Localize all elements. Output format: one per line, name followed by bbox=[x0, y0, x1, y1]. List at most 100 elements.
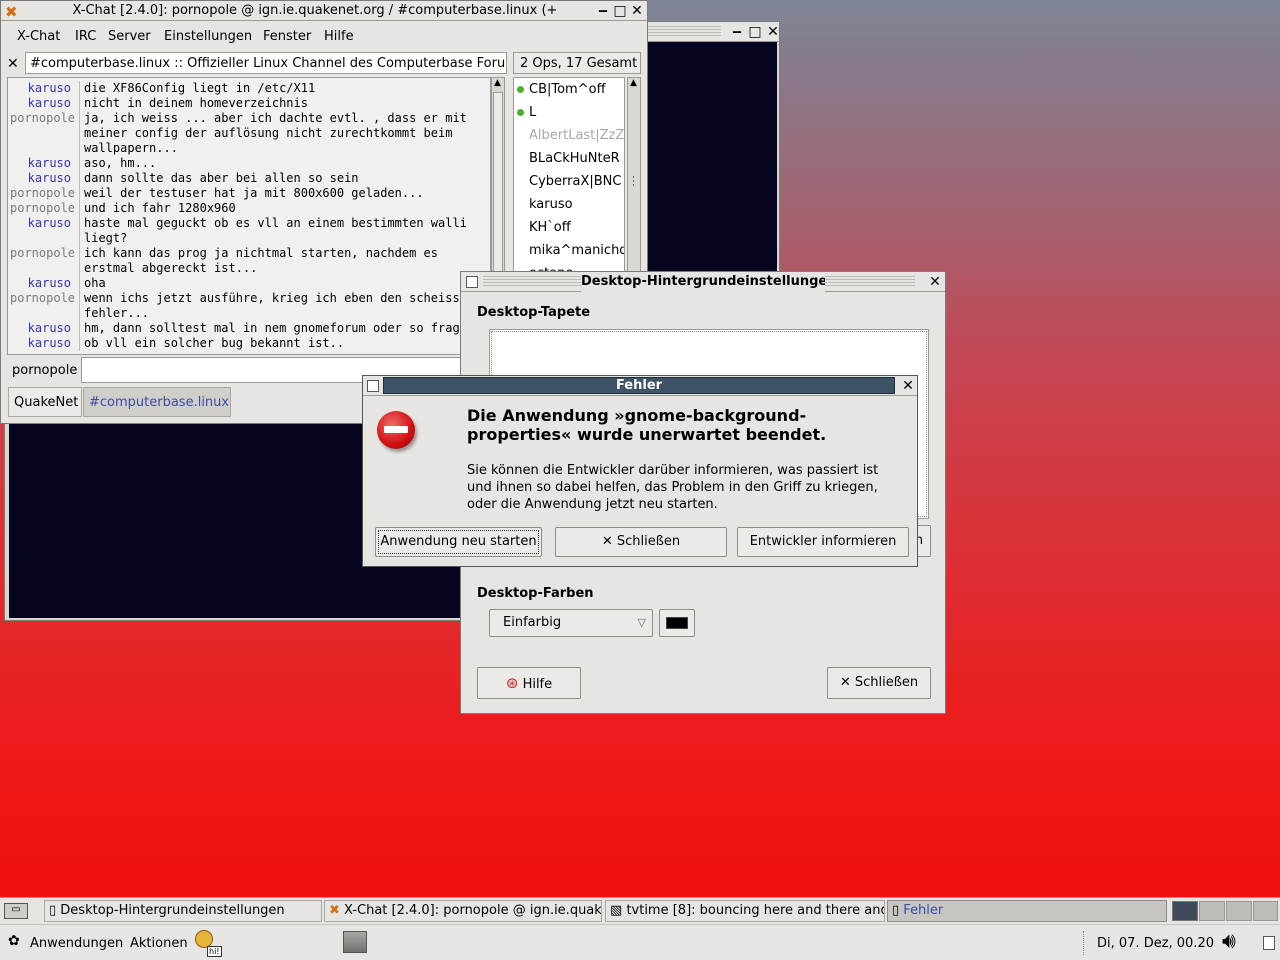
chat-nick[interactable]: pornopole bbox=[10, 246, 80, 276]
chat-nick[interactable]: karuso bbox=[10, 81, 80, 96]
chat-nick[interactable]: pornopole bbox=[10, 201, 80, 216]
panel-handle-icon[interactable] bbox=[1263, 936, 1275, 950]
report-button[interactable]: Entwickler informieren bbox=[737, 527, 909, 557]
error-body: Sie können die Entwickler darüber inform… bbox=[467, 463, 879, 512]
workspace-3[interactable] bbox=[1226, 901, 1252, 921]
colors-heading: Desktop-Farben bbox=[477, 586, 594, 601]
menu-fenster[interactable]: Fenster bbox=[263, 29, 311, 44]
bg-close-button[interactable]: ✕ Schließen bbox=[827, 667, 931, 699]
chat-nick[interactable]: karuso bbox=[10, 336, 80, 351]
panel-separator bbox=[1083, 931, 1085, 955]
chat-nick[interactable]: pornopole bbox=[10, 186, 80, 201]
window-menu-icon[interactable] bbox=[466, 276, 478, 288]
close-icon[interactable]: ✕ bbox=[900, 378, 916, 394]
gnome-foot-icon[interactable]: ✿ bbox=[8, 933, 20, 949]
menu-irc[interactable]: IRC bbox=[75, 29, 96, 44]
chat-text: haste mal geguckt ob es vll an einem bes… bbox=[84, 216, 467, 245]
user-name: L bbox=[529, 105, 537, 120]
tvtime-icon: ▧ bbox=[610, 903, 623, 918]
chat-nick[interactable]: karuso bbox=[10, 156, 80, 171]
user-list-item[interactable]: CB|Tom^off bbox=[514, 78, 624, 101]
chat-text: weil der testuser hat ja mit 800x600 gel… bbox=[84, 186, 424, 200]
restart-button[interactable]: Anwendung neu starten bbox=[375, 527, 542, 557]
chat-nick[interactable]: pornopole bbox=[10, 291, 80, 321]
close-icon[interactable]: ✕ bbox=[927, 274, 943, 290]
user-name: KH`off bbox=[529, 220, 571, 235]
workspace-2[interactable] bbox=[1199, 901, 1225, 921]
window-doc-icon: ▯ bbox=[49, 903, 57, 918]
xchat-app-icon: ✖ bbox=[329, 903, 340, 918]
error-title: Fehler bbox=[615, 378, 663, 393]
close-channel-icon[interactable]: ✕ bbox=[7, 56, 19, 72]
actions-menu[interactable]: Aktionen bbox=[130, 936, 188, 951]
tab-computerbase-linux[interactable]: #computerbase.linux bbox=[83, 387, 231, 417]
scroll-up-icon[interactable]: ▲ bbox=[630, 78, 637, 88]
bg-titlebar: Desktop-Hintergrundeinstellungen ✕ bbox=[461, 272, 945, 292]
chat-message: karuso dann sollte das aber bei allen so … bbox=[10, 171, 480, 186]
chat-text: nicht in deinem homeverzeichnis bbox=[84, 96, 308, 110]
user-list-item[interactable]: mika^manichd bbox=[514, 239, 624, 262]
tab-quakenet-label: QuakeNet bbox=[14, 395, 79, 410]
minimize-icon[interactable]: ‒ bbox=[595, 3, 611, 19]
dropdown-arrow-icon: ▽ bbox=[637, 616, 646, 629]
chat-nick[interactable]: pornopole bbox=[10, 111, 80, 156]
chat-nick[interactable]: karuso bbox=[10, 276, 80, 291]
user-list-item[interactable]: AlbertLast|ZzZ bbox=[514, 124, 624, 147]
menu-einstellungen[interactable]: Einstellungen bbox=[164, 29, 252, 44]
scroll-up-icon[interactable]: ▲ bbox=[494, 78, 501, 88]
color-picker-button[interactable] bbox=[659, 609, 695, 637]
taskbar-item-tvtime[interactable]: ▧ tvtime [8]: bouncing here and there an… bbox=[605, 900, 885, 922]
chat-message: pornopole ich kann das prog ja nichtmal s… bbox=[10, 246, 480, 276]
tab-computerbase-label: #computerbase.linux bbox=[89, 395, 230, 410]
volume-icon[interactable]: 🔊︎ bbox=[1222, 929, 1236, 954]
chat-text: und ich fahr 1280x960 bbox=[84, 201, 236, 215]
user-list-item[interactable]: KH`off bbox=[514, 216, 624, 239]
chat-nick[interactable]: karuso bbox=[10, 321, 80, 336]
menu-server[interactable]: Server bbox=[108, 29, 151, 44]
chat-message: pornopole ja, ich weiss ... aber ich dach… bbox=[10, 111, 480, 156]
topic-field[interactable]: #computerbase.linux :: Offizieller Linux… bbox=[25, 52, 507, 74]
user-list-item[interactable]: CyberraX|BNC bbox=[514, 170, 624, 193]
workspace-switcher[interactable] bbox=[1172, 901, 1278, 921]
chat-message: karuso hm, dann solltest mal in nem gnome… bbox=[10, 321, 480, 336]
close-icon[interactable]: ✕ bbox=[629, 3, 645, 19]
show-desktop-icon[interactable]: ▭ bbox=[4, 903, 28, 919]
close-icon[interactable]: ✕ bbox=[765, 24, 781, 40]
restart-button-label: Anwendung neu starten bbox=[380, 534, 537, 549]
user-list-item[interactable]: karuso bbox=[514, 193, 624, 216]
applications-menu[interactable]: Anwendungen bbox=[30, 936, 123, 951]
window-menu-icon[interactable] bbox=[367, 380, 379, 392]
userlist-scrollbar[interactable]: ▲ · · · bbox=[627, 77, 641, 277]
user-list-item[interactable]: L bbox=[514, 101, 624, 124]
workspace-4[interactable] bbox=[1253, 901, 1278, 921]
menu-xchat[interactable]: X-Chat bbox=[17, 29, 60, 44]
chat-lines: karuso die XF86Config liegt in /etc/X11 ka… bbox=[10, 81, 480, 351]
error-close-button[interactable]: ✕ Schließen bbox=[555, 527, 727, 557]
taskbar-item-fehler[interactable]: ▯ Fehler bbox=[887, 900, 1167, 922]
taskbar-item-bg-settings[interactable]: ▯ Desktop-Hintergrundeinstellungen bbox=[44, 900, 322, 922]
bg-title: Desktop-Hintergrundeinstellungen bbox=[581, 272, 825, 292]
error-titlebar: Fehler ✕ bbox=[363, 376, 917, 396]
taskbar-item-xchat[interactable]: ✖ X-Chat [2.4.0]: pornopole @ ign.ie.qua… bbox=[324, 900, 602, 922]
chat-message: karuso ob vll ein solcher bug bekannt ist… bbox=[10, 336, 480, 351]
help-button[interactable]: ⊛ Hilfe bbox=[477, 667, 581, 699]
minimize-icon[interactable]: ‒ bbox=[729, 24, 745, 40]
taskbar-item-label: tvtime [8]: bouncing here and there and bbox=[626, 903, 885, 918]
user-list-item[interactable]: BLaCkHuNteR bbox=[514, 147, 624, 170]
chat-nick[interactable]: karuso bbox=[10, 216, 80, 246]
menu-hilfe[interactable]: Hilfe bbox=[324, 29, 354, 44]
chat-nick[interactable]: karuso bbox=[10, 96, 80, 111]
screenshot-launcher-icon[interactable] bbox=[343, 931, 367, 953]
nick-label[interactable]: pornopole bbox=[12, 363, 77, 378]
workspace-1[interactable] bbox=[1172, 901, 1198, 921]
color-mode-select[interactable]: Einfarbig ▽ bbox=[489, 609, 653, 637]
chat-message: karuso die XF86Config liegt in /etc/X11 bbox=[10, 81, 480, 96]
chat-nick[interactable]: karuso bbox=[10, 171, 80, 186]
help-lifebuoy-icon: ⊛ bbox=[505, 674, 519, 692]
maximize-icon[interactable]: □ bbox=[747, 24, 763, 40]
tab-quakenet[interactable]: QuakeNet bbox=[8, 387, 82, 417]
help-button-label: Hilfe bbox=[522, 677, 553, 692]
maximize-icon[interactable]: □ bbox=[612, 3, 628, 19]
tvtime-titlebar: ‒ □ ✕ bbox=[645, 22, 779, 42]
clock[interactable]: Di, 07. Dez, 00.20 bbox=[1097, 936, 1214, 951]
